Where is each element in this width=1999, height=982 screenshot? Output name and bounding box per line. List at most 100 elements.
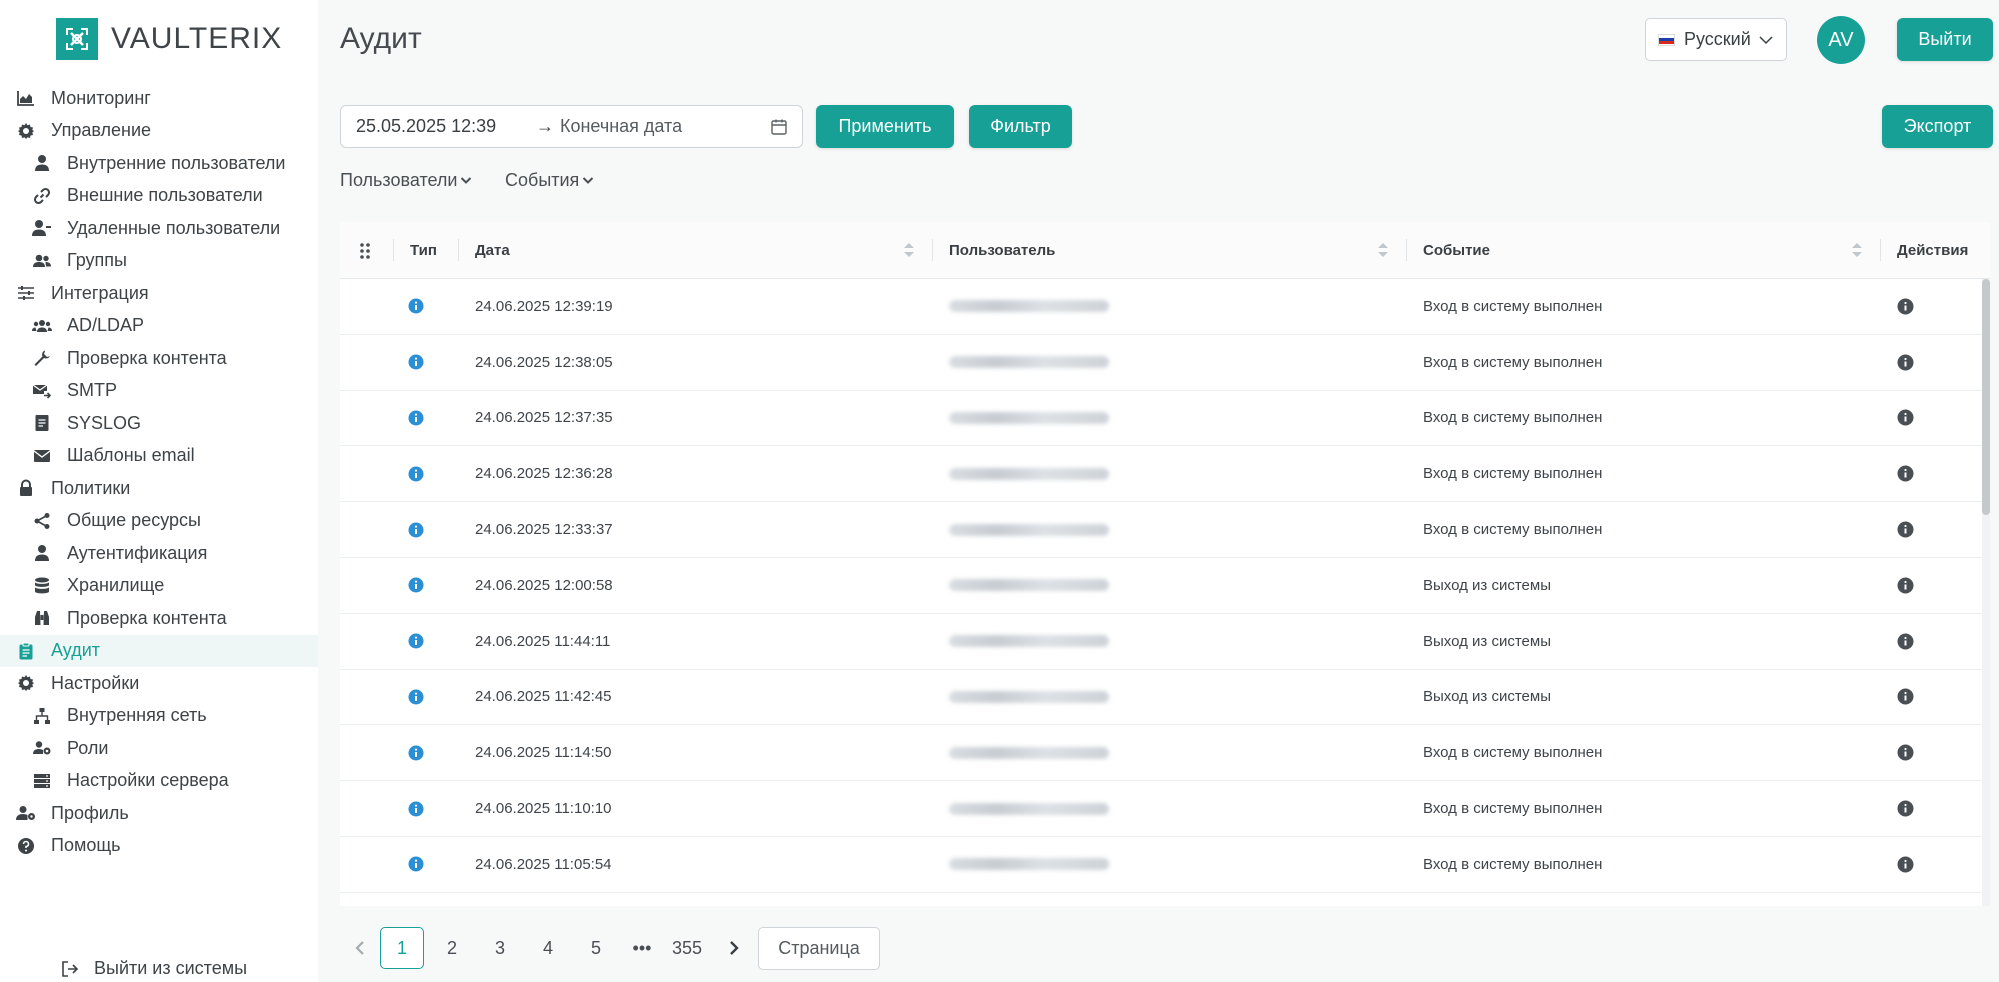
logout-button[interactable]: Выйти: [1897, 18, 1993, 61]
filter-button[interactable]: Фильтр: [969, 105, 1072, 148]
sidebar-item[interactable]: Внутренние пользователи: [0, 147, 318, 180]
details-icon[interactable]: [1897, 614, 1914, 669]
details-icon[interactable]: [1897, 781, 1914, 836]
redacted-user: [949, 356, 1109, 369]
details-icon[interactable]: [1897, 446, 1914, 501]
table-row[interactable]: 24.06.2025 11:10:10 Вход в систему выполн…: [340, 781, 1990, 837]
sidebar-item[interactable]: Общие ресурсы: [0, 505, 318, 538]
redacted-user: [949, 467, 1109, 480]
sidebar-item[interactable]: Внешние пользователи: [0, 180, 318, 213]
language-select[interactable]: Русский: [1645, 18, 1787, 61]
sidebar-item[interactable]: SYSLOG: [0, 407, 318, 440]
sidebar-item[interactable]: Мониторинг: [0, 82, 318, 115]
cell-user: [949, 279, 1109, 334]
apply-button[interactable]: Применить: [816, 105, 954, 148]
redacted-user: [949, 411, 1109, 424]
page-4[interactable]: 4: [524, 927, 572, 969]
table-row[interactable]: 24.06.2025 12:39:19 Вход в систему выполн…: [340, 279, 1990, 335]
calendar-icon[interactable]: [770, 118, 788, 136]
sidebar-item[interactable]: Настройки: [0, 667, 318, 700]
page-3[interactable]: 3: [476, 927, 524, 969]
events-dropdown[interactable]: События: [505, 170, 594, 191]
details-icon[interactable]: [1897, 502, 1914, 557]
prev-page-button[interactable]: [340, 927, 380, 969]
page-5[interactable]: 5: [572, 927, 620, 969]
sidebar-item-label: Шаблоны email: [67, 445, 195, 466]
next-page-button[interactable]: [710, 927, 758, 969]
sidebar-item[interactable]: Хранилище: [0, 570, 318, 603]
ellipsis[interactable]: •••: [620, 927, 664, 969]
sidebar-item[interactable]: Удаленные пользователи: [0, 212, 318, 245]
table-row[interactable]: 24.06.2025 11:14:50 Вход в систему выполн…: [340, 725, 1990, 782]
details-icon[interactable]: [1897, 391, 1914, 446]
sidebar-item[interactable]: AD/LDAP: [0, 310, 318, 343]
sidebar-item[interactable]: Внутренняя сеть: [0, 700, 318, 733]
sidebar-item[interactable]: SMTP: [0, 375, 318, 408]
sidebar-item[interactable]: Управление: [0, 115, 318, 148]
sidebar-logout-link[interactable]: Выйти из системы: [60, 958, 247, 979]
table-row[interactable]: 24.06.2025 11:05:54 Вход в систему выполн…: [340, 837, 1990, 893]
sidebar-item[interactable]: Проверка контента: [0, 342, 318, 375]
sidebar-item[interactable]: Шаблоны email: [0, 440, 318, 473]
column-date[interactable]: Дата: [475, 222, 510, 279]
sidebar-item[interactable]: Роли: [0, 732, 318, 765]
sidebar-item[interactable]: Группы: [0, 245, 318, 278]
sidebar-item-label: Внутренние пользователи: [67, 152, 286, 173]
sidebar-item-label: Группы: [67, 250, 127, 271]
sidebar-item-label: Управление: [51, 120, 152, 141]
export-button[interactable]: Экспорт: [1882, 105, 1993, 148]
cell-user: [949, 446, 1109, 501]
details-icon[interactable]: [1897, 335, 1914, 390]
page-2[interactable]: 2: [428, 927, 476, 969]
database-icon: [32, 576, 52, 596]
avatar[interactable]: AV: [1817, 16, 1865, 64]
column-event[interactable]: Событие: [1423, 222, 1490, 279]
users-dropdown[interactable]: Пользователи: [340, 170, 472, 191]
sidebar-item-label: Настройки: [51, 672, 140, 693]
table-row[interactable]: 24.06.2025 12:00:58 Выход из системы: [340, 558, 1990, 614]
logo[interactable]: VAULTERIX: [56, 18, 282, 60]
redacted-user: [949, 579, 1109, 592]
audit-table: Тип Дата Пользователь Событие Действия 2…: [340, 222, 1990, 906]
details-icon[interactable]: [1897, 837, 1914, 892]
details-icon[interactable]: [1897, 558, 1914, 613]
redacted-user: [949, 690, 1109, 703]
redacted-user: [949, 858, 1109, 871]
sidebar-item[interactable]: Профиль: [0, 797, 318, 830]
table-row[interactable]: 24.06.2025 12:33:37 Вход в систему выполн…: [340, 502, 1990, 558]
info-icon: [408, 446, 424, 501]
sidebar-item[interactable]: Интеграция: [0, 277, 318, 310]
sidebar-item[interactable]: Помощь: [0, 830, 318, 863]
sidebar-item[interactable]: Аутентификация: [0, 537, 318, 570]
table-row[interactable]: 24.06.2025 11:44:11 Выход из системы: [340, 614, 1990, 670]
sidebar-item[interactable]: Настройки сервера: [0, 765, 318, 798]
cell-event: Вход в систему выполнен: [1423, 409, 1603, 427]
details-icon[interactable]: [1897, 670, 1914, 725]
start-date-field[interactable]: 25.05.2025 12:39: [356, 116, 536, 137]
cell-user: [949, 670, 1109, 725]
cell-event: Вход в систему выполнен: [1423, 744, 1603, 762]
sort-icon[interactable]: [903, 240, 915, 260]
details-icon[interactable]: [1897, 725, 1914, 780]
date-range-picker[interactable]: 25.05.2025 12:39 → Конечная дата: [340, 105, 803, 148]
table-scrollbar-thumb[interactable]: [1982, 279, 1990, 515]
page-1[interactable]: 1: [380, 927, 424, 969]
sidebar-item-label: Аудит: [51, 640, 101, 661]
goto-page-button[interactable]: Страница: [758, 926, 880, 970]
column-settings-icon[interactable]: [358, 222, 372, 279]
sort-icon[interactable]: [1851, 240, 1863, 260]
sidebar-item[interactable]: Аудит: [0, 634, 318, 667]
column-user[interactable]: Пользователь: [949, 222, 1055, 279]
sidebar-item[interactable]: Проверка контента: [0, 602, 318, 635]
sidebar-item[interactable]: Политики: [0, 472, 318, 505]
table-row[interactable]: 24.06.2025 12:38:05 Вход в систему выполн…: [340, 335, 1990, 391]
date-range-arrow: →: [536, 116, 554, 136]
sort-icon[interactable]: [1377, 240, 1389, 260]
table-row[interactable]: 24.06.2025 11:42:45 Выход из системы: [340, 670, 1990, 726]
end-date-field[interactable]: Конечная дата: [560, 116, 770, 137]
table-row[interactable]: 24.06.2025 12:37:35 Вход в систему выполн…: [340, 391, 1990, 447]
details-icon[interactable]: [1897, 279, 1914, 334]
table-row[interactable]: 24.06.2025 12:36:28 Вход в систему выполн…: [340, 446, 1990, 503]
users-group-icon: [32, 316, 52, 336]
page-last[interactable]: 355: [664, 927, 710, 969]
